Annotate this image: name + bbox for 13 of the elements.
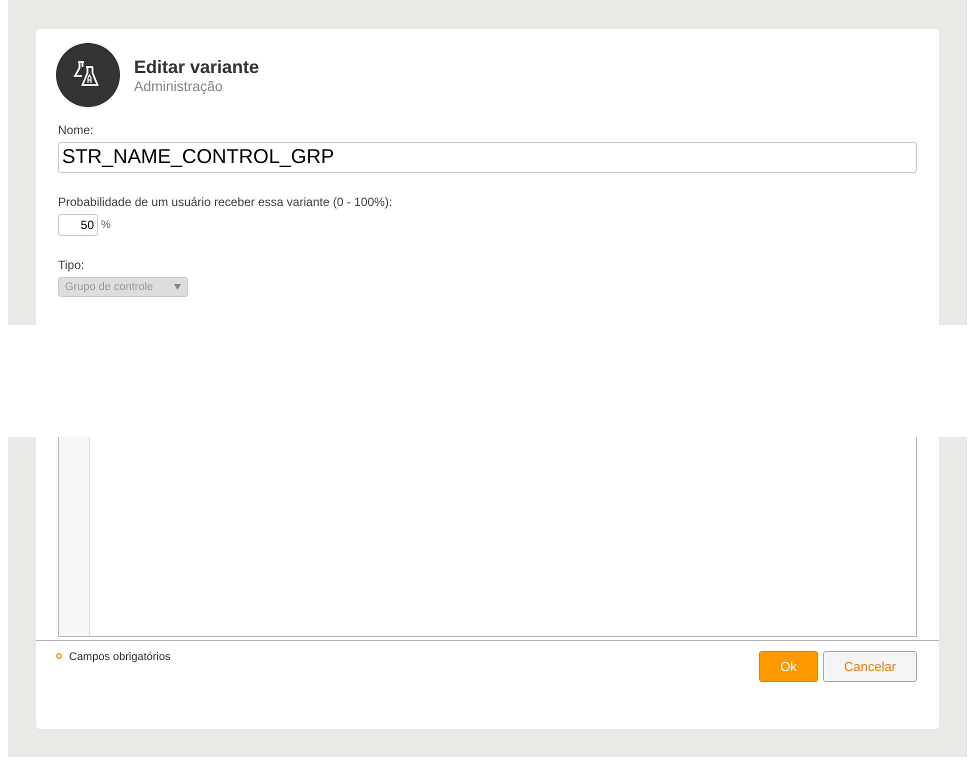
unit-label: % bbox=[101, 219, 111, 231]
dialog-title: Editar variante bbox=[134, 56, 260, 78]
ok-button[interactable]: Ok bbox=[759, 651, 818, 682]
field-label: Probabilidade de um usuário receber essa variante (0 - 100%): bbox=[58, 195, 392, 209]
caret-icon bbox=[174, 284, 181, 290]
field-label: Nome: bbox=[58, 123, 94, 137]
required-note: Campos obrigatórios bbox=[69, 651, 170, 665]
name-field[interactable]: STR_NAME_CONTROL_GRP bbox=[58, 142, 917, 173]
required-icon bbox=[56, 653, 62, 659]
dialog-subtitle: Administração bbox=[134, 78, 224, 94]
field-label: Tipo: bbox=[58, 258, 84, 272]
cancel-button[interactable]: Cancelar bbox=[823, 651, 917, 682]
probability-field[interactable]: 50 bbox=[58, 214, 98, 236]
